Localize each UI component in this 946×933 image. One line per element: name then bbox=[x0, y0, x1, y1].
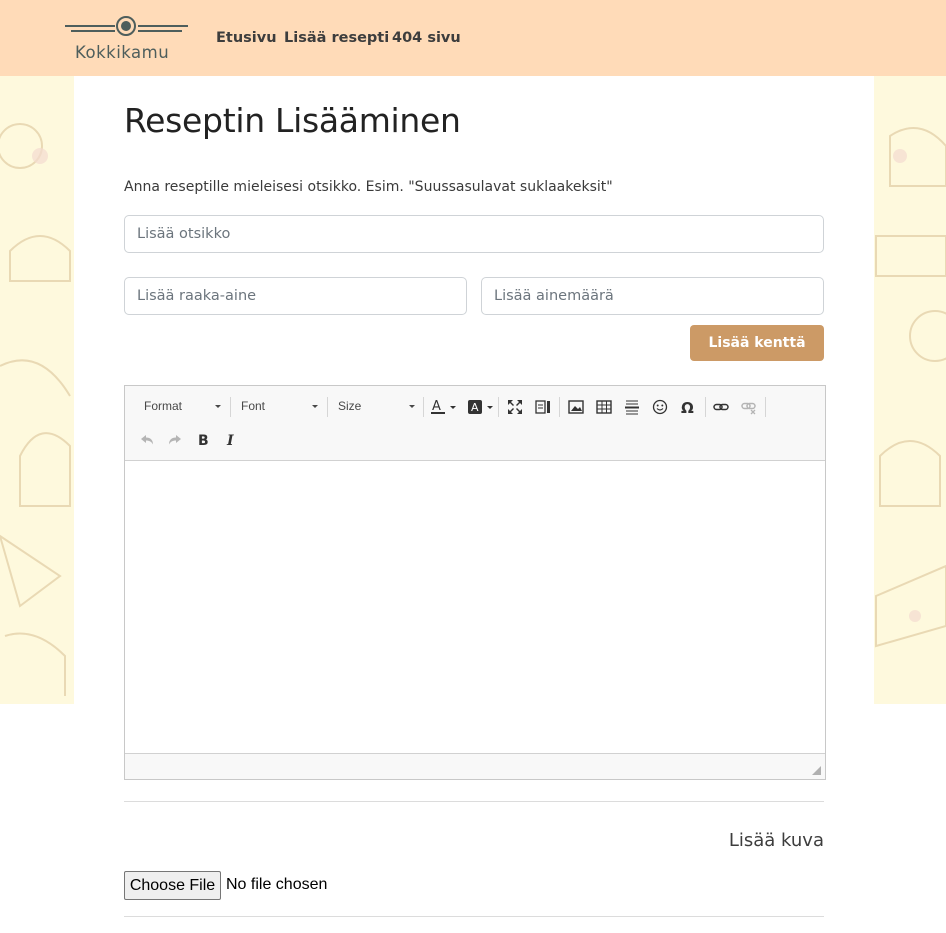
file-status-text: No file chosen bbox=[226, 876, 328, 893]
unlink-icon[interactable] bbox=[738, 396, 760, 418]
chevron-down-icon bbox=[215, 405, 221, 408]
divider bbox=[124, 916, 824, 917]
link-icon[interactable] bbox=[710, 396, 732, 418]
image-icon[interactable] bbox=[565, 396, 587, 418]
nav-link-add-recipe[interactable]: Lisää resepti bbox=[284, 30, 389, 46]
svg-text:Ω: Ω bbox=[681, 399, 694, 415]
special-char-icon[interactable]: Ω bbox=[677, 396, 699, 418]
background-color-icon[interactable]: A bbox=[465, 396, 495, 418]
editor-content-area[interactable] bbox=[125, 461, 825, 753]
add-field-button[interactable]: Lisää kenttä bbox=[690, 325, 824, 361]
toolbar-separator bbox=[327, 397, 328, 417]
title-hint: Anna reseptille mieleisesi otsikko. Esim… bbox=[124, 179, 613, 195]
font-dropdown-label: Font bbox=[241, 399, 266, 413]
editor-statusbar bbox=[125, 753, 825, 779]
nav-link-404[interactable]: 404 sivu bbox=[392, 30, 461, 46]
nav-link-etusivu[interactable]: Etusivu bbox=[216, 30, 277, 46]
page-title: Reseptin Lisääminen bbox=[124, 101, 461, 140]
smiley-icon[interactable] bbox=[649, 396, 671, 418]
toolbar-separator bbox=[559, 397, 560, 417]
amount-input[interactable] bbox=[481, 277, 824, 315]
navbar: Kokkikamu Etusivu Lisää resepti 404 sivu bbox=[0, 0, 946, 76]
divider bbox=[124, 801, 824, 802]
size-dropdown[interactable]: Size bbox=[338, 396, 416, 418]
toolbar-separator bbox=[230, 397, 231, 417]
horizontal-line-icon[interactable] bbox=[621, 396, 643, 418]
logo-text: Kokkikamu bbox=[75, 43, 170, 62]
maximize-icon[interactable] bbox=[504, 396, 526, 418]
choose-file-button[interactable]: Choose File bbox=[124, 871, 221, 900]
redo-icon[interactable] bbox=[164, 429, 186, 451]
toolbar-separator bbox=[423, 397, 424, 417]
add-image-label: Lisää kuva bbox=[728, 830, 824, 851]
resize-handle-icon[interactable] bbox=[812, 766, 821, 775]
svg-text:B: B bbox=[198, 433, 209, 448]
svg-text:I: I bbox=[226, 433, 234, 448]
title-input[interactable] bbox=[124, 215, 824, 253]
rich-text-editor: Format Font Size A A Ω B I bbox=[124, 385, 826, 780]
bold-icon[interactable]: B bbox=[192, 429, 214, 451]
ingredient-input[interactable] bbox=[124, 277, 467, 315]
show-blocks-icon[interactable] bbox=[532, 396, 554, 418]
chevron-down-icon bbox=[409, 405, 415, 408]
toolbar-separator bbox=[705, 397, 706, 417]
logo-icon bbox=[65, 16, 188, 36]
toolbar-separator bbox=[765, 397, 766, 417]
undo-icon[interactable] bbox=[136, 429, 158, 451]
toolbar-separator bbox=[498, 397, 499, 417]
font-dropdown[interactable]: Font bbox=[241, 396, 319, 418]
svg-text:A: A bbox=[471, 401, 479, 414]
chevron-down-icon bbox=[312, 405, 318, 408]
editor-toolbar: Format Font Size A A Ω B I bbox=[125, 386, 825, 461]
format-dropdown-label: Format bbox=[144, 399, 183, 413]
size-dropdown-label: Size bbox=[338, 399, 362, 413]
italic-icon[interactable]: I bbox=[220, 429, 242, 451]
table-icon[interactable] bbox=[593, 396, 615, 418]
format-dropdown[interactable]: Format bbox=[144, 396, 222, 418]
text-color-icon[interactable]: A bbox=[428, 396, 458, 418]
svg-text:A: A bbox=[432, 399, 441, 414]
logo[interactable]: Kokkikamu bbox=[63, 14, 190, 64]
